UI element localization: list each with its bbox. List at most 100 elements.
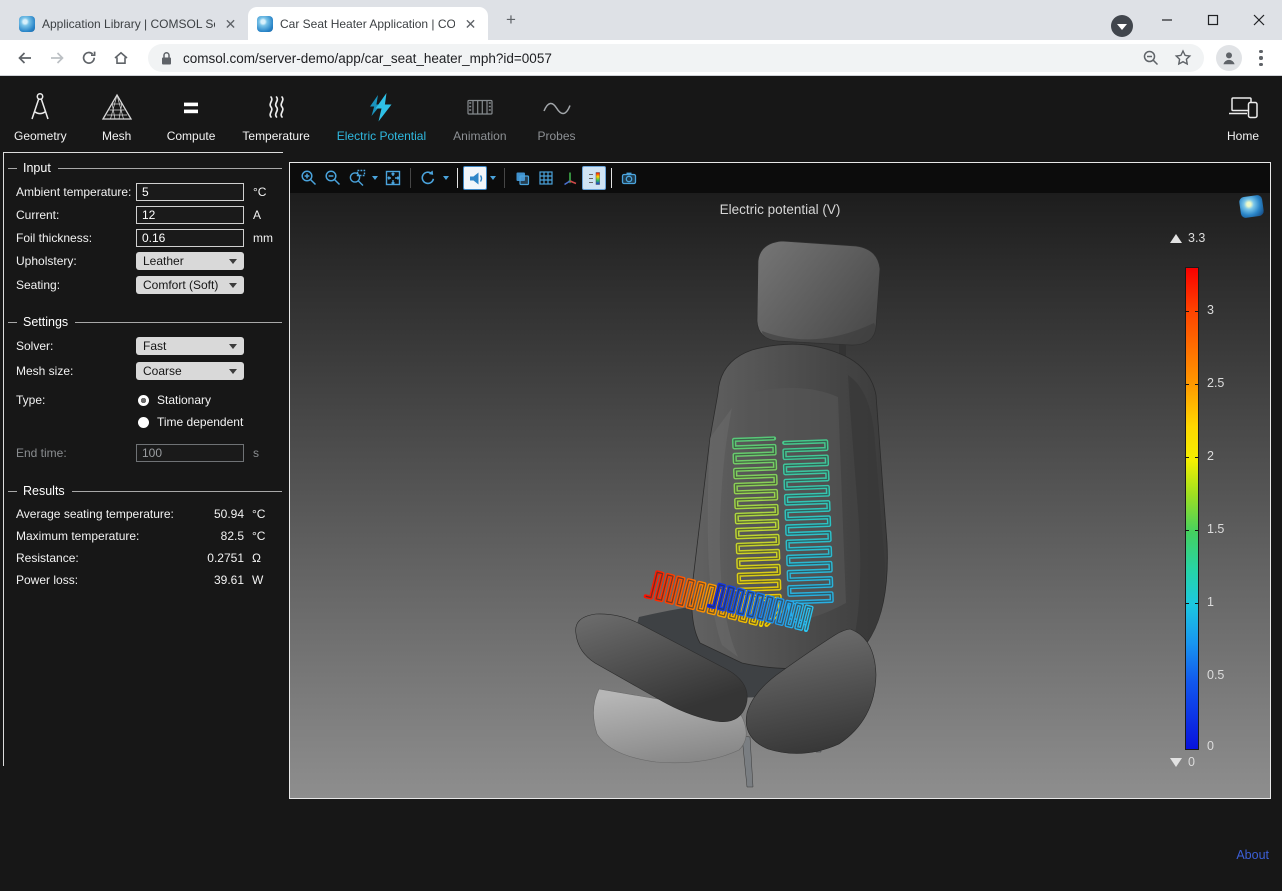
home-icon bbox=[112, 49, 130, 67]
legend-tick-label: 3 bbox=[1207, 303, 1214, 317]
back-button[interactable] bbox=[12, 45, 38, 71]
radio-time-dependent[interactable]: Time dependent bbox=[138, 411, 288, 433]
field-unit: mm bbox=[253, 231, 273, 245]
tab-car-seat-heater[interactable]: Car Seat Heater Application | CO ✕ bbox=[248, 7, 488, 40]
legend-tick bbox=[1195, 530, 1199, 531]
comsol-logo-button[interactable] bbox=[1239, 195, 1265, 219]
comsol-app: Geometry Mesh Compute Temperature bbox=[0, 76, 1282, 891]
zoom-box-dropdown-caret[interactable] bbox=[372, 176, 378, 180]
panel-border bbox=[3, 152, 283, 153]
field-end-time: End time: s bbox=[16, 444, 288, 462]
sine-wave-icon bbox=[540, 90, 574, 124]
tab-close-icon[interactable]: ✕ bbox=[462, 15, 479, 32]
browser-menu-button[interactable] bbox=[1252, 46, 1270, 70]
maximize-button[interactable] bbox=[1190, 0, 1236, 40]
go-to-default-view-button[interactable] bbox=[416, 166, 440, 190]
transparency-toggle[interactable] bbox=[510, 166, 534, 190]
app-ribbon: Geometry Mesh Compute Temperature bbox=[0, 82, 1282, 154]
toolbar-separator bbox=[611, 168, 612, 188]
seating-select[interactable]: Comfort (Soft) bbox=[136, 276, 244, 294]
camera-icon bbox=[620, 169, 638, 187]
ribbon-label: Compute bbox=[167, 129, 216, 143]
zoom-in-button[interactable] bbox=[297, 166, 321, 190]
tab-close-icon[interactable]: ✕ bbox=[222, 15, 239, 32]
zoom-extents-button[interactable] bbox=[381, 166, 405, 190]
graphics-canvas[interactable]: Electric potential (V) 3.3 3 2.5 bbox=[290, 193, 1270, 798]
axes-orientation-icon bbox=[561, 169, 579, 187]
section-header-settings: Settings bbox=[8, 315, 282, 329]
view-dropdown-caret[interactable] bbox=[443, 176, 449, 180]
select-value: Coarse bbox=[143, 364, 182, 378]
mesh-size-select[interactable]: Coarse bbox=[136, 362, 244, 380]
profile-avatar[interactable] bbox=[1216, 45, 1242, 71]
address-bar[interactable]: comsol.com/server-demo/app/car_seat_heat… bbox=[148, 44, 1204, 72]
color-legend-toggle[interactable] bbox=[582, 166, 606, 190]
field-foil-thickness: Foil thickness: mm bbox=[16, 229, 288, 247]
zoom-out-icon bbox=[324, 169, 342, 187]
zoom-extents-icon bbox=[384, 169, 402, 187]
browser-navbar: comsol.com/server-demo/app/car_seat_heat… bbox=[0, 40, 1282, 76]
legend-tick-label: 0 bbox=[1207, 739, 1214, 753]
new-tab-button[interactable]: + bbox=[502, 12, 520, 30]
select-value: Leather bbox=[143, 254, 184, 268]
solver-select[interactable]: Fast bbox=[136, 337, 244, 355]
panel-border bbox=[3, 152, 4, 766]
ribbon-item-compute[interactable]: Compute bbox=[167, 82, 216, 143]
zoom-box-button[interactable] bbox=[345, 166, 369, 190]
foil-thickness-input[interactable] bbox=[136, 229, 244, 247]
close-button[interactable] bbox=[1236, 0, 1282, 40]
zoom-out-button[interactable] bbox=[321, 166, 345, 190]
legend-tick bbox=[1185, 384, 1189, 385]
show-axes-toggle[interactable] bbox=[558, 166, 582, 190]
section-header-input: Input bbox=[8, 161, 282, 175]
show-grid-toggle[interactable] bbox=[534, 166, 558, 190]
rotate-view-icon bbox=[419, 169, 437, 187]
legend-tick bbox=[1195, 384, 1199, 385]
radio-stationary[interactable]: Stationary bbox=[138, 389, 288, 411]
ribbon-label: Animation bbox=[453, 129, 506, 143]
field-label: Ambient temperature: bbox=[16, 185, 136, 199]
ribbon-item-mesh[interactable]: Mesh bbox=[94, 82, 140, 143]
browser-update-icon[interactable] bbox=[1111, 15, 1133, 37]
field-label: Type: bbox=[16, 393, 136, 407]
home-nav-button[interactable] bbox=[108, 45, 134, 71]
scene-light-dropdown-caret[interactable] bbox=[490, 176, 496, 180]
field-mesh-size: Mesh size: Coarse bbox=[16, 362, 288, 380]
result-value: 82.5 bbox=[139, 529, 244, 543]
upholstery-select[interactable]: Leather bbox=[136, 252, 244, 270]
zoom-indicator-icon[interactable] bbox=[1142, 49, 1160, 67]
about-link[interactable]: About bbox=[1236, 848, 1269, 862]
legend-tick bbox=[1195, 603, 1199, 604]
scene-light-toggle[interactable] bbox=[463, 166, 487, 190]
field-unit: A bbox=[253, 208, 261, 222]
ribbon-label: Electric Potential bbox=[337, 129, 426, 143]
comsol-favicon bbox=[257, 16, 273, 32]
field-type: Type: Stationary Time dependent bbox=[0, 389, 288, 433]
tab-application-library[interactable]: Application Library | COMSOL Se ✕ bbox=[10, 7, 248, 40]
field-unit: °C bbox=[253, 185, 266, 199]
bookmark-star-icon[interactable] bbox=[1174, 49, 1192, 67]
snapshot-button[interactable] bbox=[617, 166, 641, 190]
toolbar-separator bbox=[504, 168, 505, 188]
ribbon-item-home[interactable]: Home bbox=[1220, 82, 1266, 143]
field-ambient-temperature: Ambient temperature: °C bbox=[16, 183, 288, 201]
current-input[interactable] bbox=[136, 206, 244, 224]
legend-min-value: 0 bbox=[1188, 755, 1195, 769]
radio-unselected-icon bbox=[138, 417, 149, 428]
legend-tick-label: 1.5 bbox=[1207, 522, 1224, 536]
minimize-button[interactable] bbox=[1144, 0, 1190, 40]
forward-button[interactable] bbox=[44, 45, 70, 71]
ribbon-item-geometry[interactable]: Geometry bbox=[14, 82, 67, 143]
zoom-box-icon bbox=[348, 169, 366, 187]
legend-tick bbox=[1185, 530, 1189, 531]
settings-panel: Input Ambient temperature: °C Current: A… bbox=[0, 152, 288, 891]
reload-button[interactable] bbox=[76, 45, 102, 71]
comsol-favicon bbox=[19, 16, 35, 32]
ambient-temperature-input[interactable] bbox=[136, 183, 244, 201]
ribbon-item-temperature[interactable]: Temperature bbox=[242, 82, 309, 143]
forward-icon bbox=[48, 49, 66, 67]
select-value: Fast bbox=[143, 339, 166, 353]
legend-tick bbox=[1195, 311, 1199, 312]
ribbon-item-electric-potential[interactable]: Electric Potential bbox=[337, 82, 426, 143]
tab-title: Application Library | COMSOL Se bbox=[42, 17, 215, 31]
